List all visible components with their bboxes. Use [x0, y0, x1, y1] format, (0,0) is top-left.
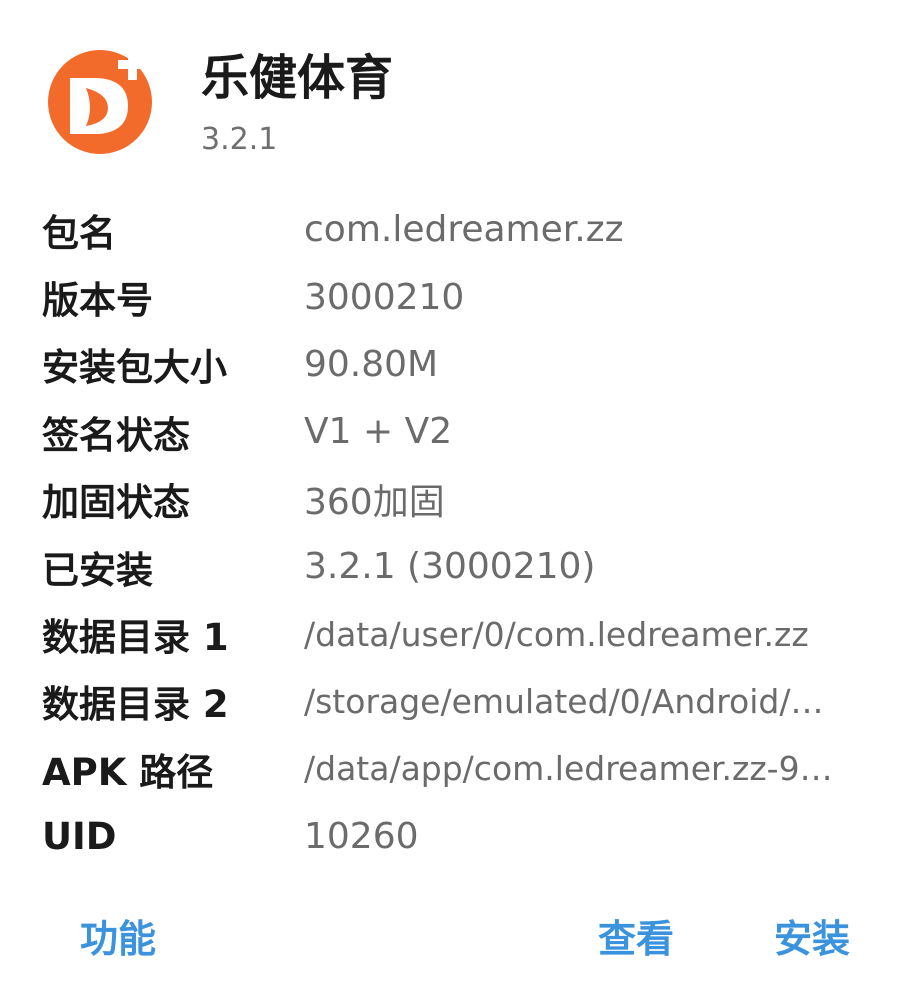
info-value: 360加固 [304, 482, 445, 524]
info-value: V1 + V2 [304, 411, 453, 453]
view-button[interactable]: 查看 [598, 910, 674, 968]
app-header: 乐健体育 3.2.1 [46, 44, 906, 164]
info-label: 包名 [42, 211, 116, 255]
info-label: 数据目录 1 [42, 616, 229, 660]
info-value: /data/app/com.ledreamer.zz-9… [304, 749, 833, 789]
info-value: /data/user/0/com.ledreamer.zz [304, 614, 809, 654]
info-label: 已安装 [42, 548, 153, 592]
info-row-package: 包名 com.ledreamer.zz [42, 196, 902, 263]
info-row-apk-path: APK 路径 /data/app/com.ledreamer.zz-9… [42, 735, 902, 802]
info-value: com.ledreamer.zz [304, 209, 624, 251]
info-value: /storage/emulated/0/Android/… [304, 681, 824, 721]
info-row-package-size: 安装包大小 90.80M [42, 331, 902, 398]
info-label: 加固状态 [42, 481, 190, 525]
install-button[interactable]: 安装 [774, 910, 850, 968]
info-row-data-dir-1: 数据目录 1 /data/user/0/com.ledreamer.zz [42, 600, 902, 667]
info-label: APK 路径 [42, 750, 214, 794]
info-row-version-code: 版本号 3000210 [42, 263, 902, 330]
info-row-signature: 签名状态 V1 + V2 [42, 398, 902, 465]
info-label: UID [42, 814, 117, 858]
app-version: 3.2.1 [201, 122, 278, 157]
info-label: 安装包大小 [42, 346, 227, 390]
info-row-data-dir-2: 数据目录 2 /storage/emulated/0/Android/… [42, 668, 902, 735]
info-value: 10260 [304, 815, 419, 857]
app-name: 乐健体育 [201, 50, 394, 106]
app-logo-icon [46, 44, 158, 156]
info-row-uid: UID 10260 [42, 803, 902, 870]
info-label: 版本号 [42, 279, 153, 323]
action-bar: 功能 查看 安装 [0, 910, 923, 970]
info-label: 数据目录 2 [42, 683, 229, 727]
function-button[interactable]: 功能 [80, 910, 156, 968]
info-row-hardening: 加固状态 360加固 [42, 466, 902, 533]
info-label: 签名状态 [42, 413, 190, 457]
info-value: 3000210 [304, 276, 465, 318]
info-value: 90.80M [304, 343, 439, 385]
app-info-list: 包名 com.ledreamer.zz 版本号 3000210 安装包大小 90… [42, 196, 902, 870]
info-row-installed: 已安装 3.2.1 (3000210) [42, 533, 902, 600]
info-value: 3.2.1 (3000210) [304, 546, 596, 588]
